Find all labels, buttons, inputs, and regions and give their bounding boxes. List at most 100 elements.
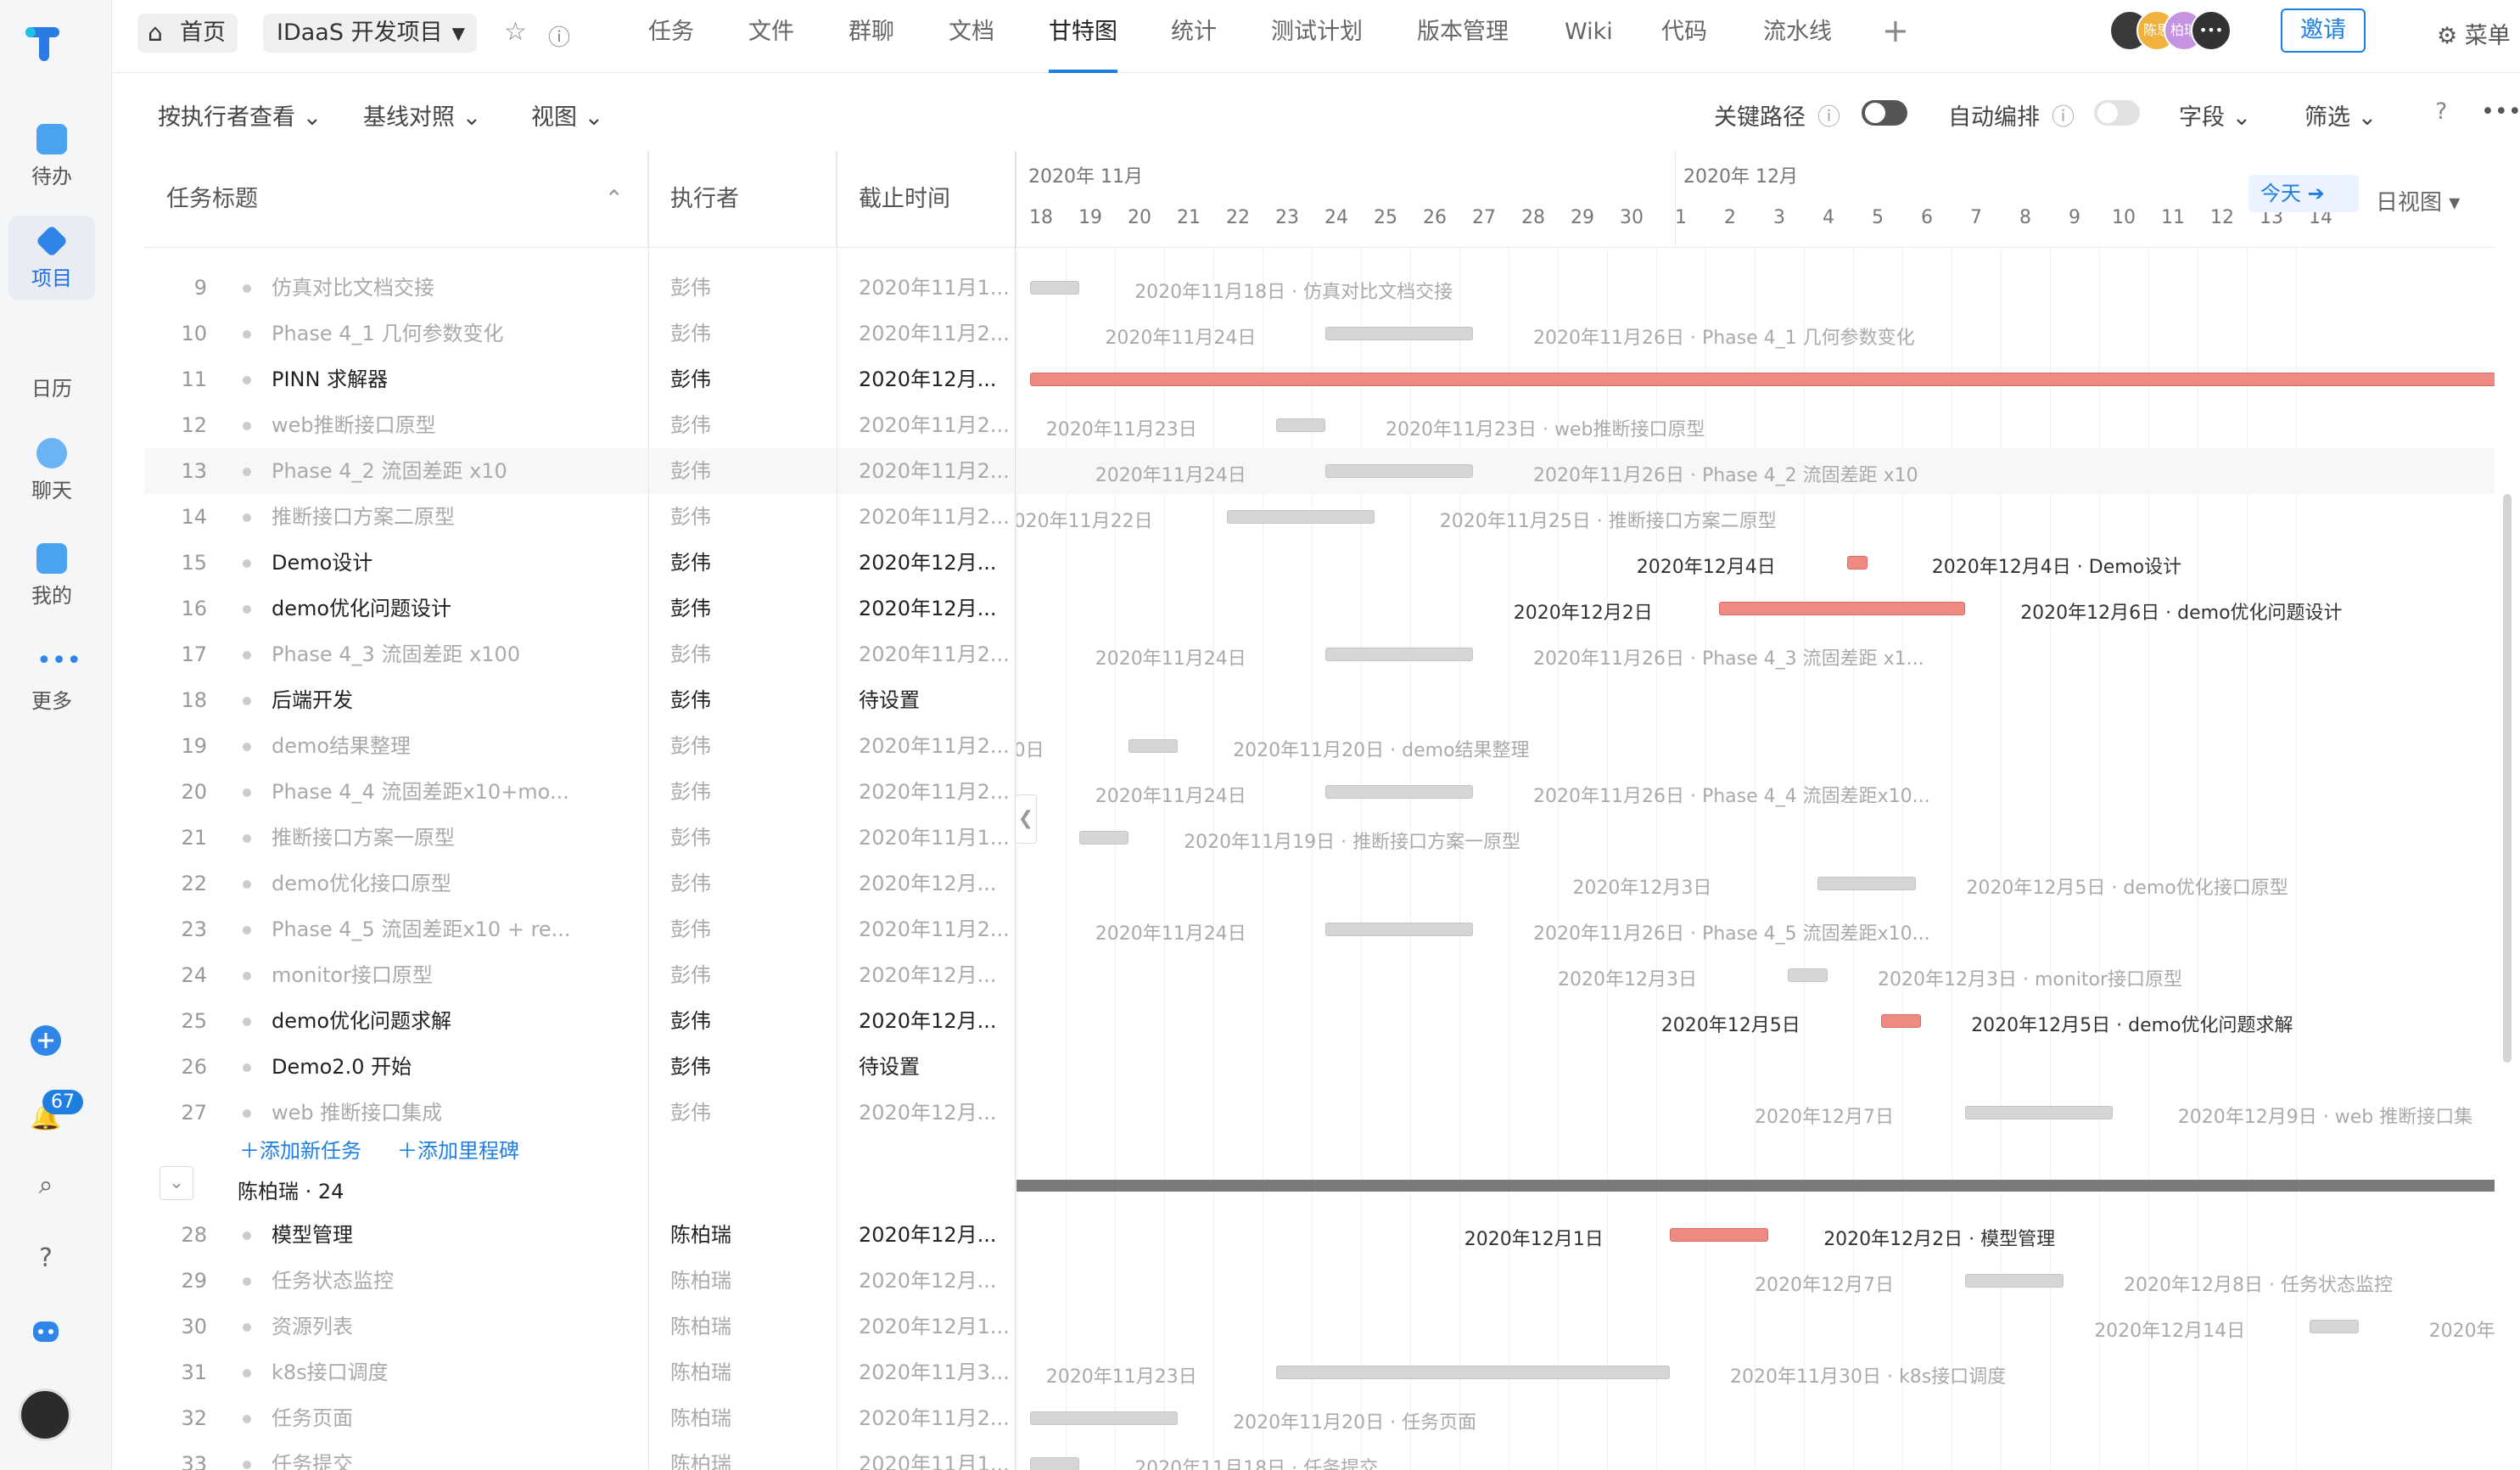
task-assignee[interactable]: 彭伟 [670,677,789,723]
status-dot-icon[interactable] [243,972,251,980]
table-row[interactable]: 23 Phase 4_5 流固差距x10 + re... 彭伟 2020年11月2..… [144,906,1016,952]
task-assignee[interactable]: 彭伟 [670,723,789,769]
status-dot-icon[interactable] [243,1232,251,1240]
task-deadline[interactable]: 2020年11月2... [859,631,1008,677]
task-title[interactable]: 任务提交 [272,1441,611,1470]
search-icon[interactable]: ⌕ [29,1168,63,1202]
help-icon[interactable]: ? [2435,98,2447,125]
app-logo[interactable] [22,20,68,66]
task-title[interactable]: Phase 4_4 流固差距x10+mo... [272,769,611,815]
collapse-icon[interactable]: ⌃ [604,151,624,248]
add-milestone-link[interactable]: ＋添加里程碑 [397,1134,519,1164]
add-task-link[interactable]: ＋添加新任务 [239,1134,361,1164]
tab-1[interactable]: 文件 [748,0,794,73]
status-dot-icon[interactable] [243,697,251,705]
status-dot-icon[interactable] [243,284,251,293]
task-title[interactable]: 任务状态监控 [272,1258,611,1304]
task-deadline[interactable]: 2020年12月... [859,586,1008,631]
task-assignee[interactable]: 陈柏瑞 [670,1395,789,1441]
status-dot-icon[interactable] [243,376,251,384]
task-assignee[interactable]: 陈柏瑞 [670,1304,789,1349]
task-deadline[interactable]: 2020年12月... [859,356,1008,402]
header-deadline[interactable]: 截止时间 [837,151,1016,248]
task-assignee[interactable]: 彭伟 [670,448,789,494]
user-avatar[interactable] [19,1389,71,1441]
task-deadline[interactable]: 2020年12月... [859,861,1008,906]
table-row[interactable]: 26 Demo2.0 开始 彭伟 待设置 [144,1044,1016,1090]
group-collapse-icon[interactable]: ⌄ [160,1166,193,1200]
table-row[interactable]: 31 k8s接口调度 陈柏瑞 2020年11月3... [144,1349,1016,1395]
bot-icon[interactable] [29,1314,63,1348]
task-title[interactable]: k8s接口调度 [272,1349,611,1395]
task-bar[interactable] [1030,281,1079,295]
status-dot-icon[interactable] [243,1461,251,1469]
task-deadline[interactable]: 2020年12月... [859,1258,1008,1304]
task-deadline[interactable]: 2020年12月... [859,998,1008,1044]
status-dot-icon[interactable] [243,513,251,522]
baseline-dropdown[interactable]: 基线对照 ⌄ [363,98,481,132]
task-title[interactable]: Phase 4_5 流固差距x10 + re... [272,906,611,952]
status-dot-icon[interactable] [243,834,251,843]
table-row[interactable]: 16 demo优化问题设计 彭伟 2020年12月... [144,586,1016,631]
task-title[interactable]: demo优化问题求解 [272,998,611,1044]
status-dot-icon[interactable] [243,559,251,568]
invite-button[interactable]: 邀请 [2281,8,2366,53]
task-deadline[interactable]: 2020年11月1... [859,265,1008,311]
table-row[interactable]: 14 推断接口方案二原型 彭伟 2020年11月2... [144,494,1016,540]
task-deadline[interactable]: 2020年11月2... [859,448,1008,494]
collapse-panel-icon[interactable]: ❮ [1015,794,1037,844]
today-button[interactable]: 今天 ➔ [2248,175,2359,212]
task-assignee[interactable]: 彭伟 [670,311,789,356]
home-button[interactable]: ⌂ 首页 [137,14,238,53]
header-title[interactable]: 任务标题 ⌃ [144,151,648,248]
status-dot-icon[interactable] [243,1063,251,1072]
task-bar[interactable] [1719,602,1965,615]
table-row[interactable]: 11 PINN 求解器 彭伟 2020年12月... [144,356,1016,402]
task-title[interactable]: web推断接口原型 [272,402,611,448]
task-deadline[interactable]: 2020年11月2... [859,1395,1008,1441]
task-bar[interactable] [1030,373,2495,386]
table-row[interactable]: 19 demo结果整理 彭伟 2020年11月2... [144,723,1016,769]
task-deadline[interactable]: 2020年11月2... [859,723,1008,769]
task-bar[interactable] [1325,327,1473,340]
task-assignee[interactable]: 陈柏瑞 [670,1212,789,1258]
task-deadline[interactable]: 2020年12月... [859,1090,1008,1136]
tab-6[interactable]: 测试计划 [1271,0,1363,73]
task-title[interactable]: demo优化接口原型 [272,861,611,906]
task-title[interactable]: Phase 4_3 流固差距 x100 [272,631,611,677]
status-dot-icon[interactable] [243,1109,251,1118]
tab-3[interactable]: 文档 [949,0,994,73]
task-title[interactable]: Demo2.0 开始 [272,1044,611,1090]
task-bar[interactable] [1788,968,1828,982]
task-bar[interactable] [1276,1366,1670,1379]
table-row[interactable]: 24 monitor接口原型 彭伟 2020年12月... [144,952,1016,998]
task-bar[interactable] [1079,831,1128,844]
menu-button[interactable]: ⚙ 菜单 [2437,17,2511,50]
status-dot-icon[interactable] [243,651,251,659]
task-assignee[interactable]: 彭伟 [670,1090,789,1136]
more-icon[interactable]: ••• [2481,98,2520,125]
task-bar[interactable] [1965,1274,2064,1288]
table-row[interactable]: 20 Phase 4_4 流固差距x10+mo... 彭伟 2020年11月2... [144,769,1016,815]
tab-4[interactable]: 甘特图 [1049,0,1117,73]
task-assignee[interactable]: 彭伟 [670,952,789,998]
task-bar[interactable] [1846,556,1868,569]
status-dot-icon[interactable] [243,788,251,797]
task-title[interactable]: 资源列表 [272,1304,611,1349]
task-title[interactable]: monitor接口原型 [272,952,611,998]
add-icon[interactable] [29,1024,63,1058]
help-icon[interactable]: ? [29,1241,63,1275]
task-deadline[interactable]: 2020年12月... [859,952,1008,998]
task-title[interactable]: Demo设计 [272,540,611,586]
table-row[interactable]: 17 Phase 4_3 流固差距 x100 彭伟 2020年11月2... [144,631,1016,677]
task-title[interactable]: 推断接口方案二原型 [272,494,611,540]
task-bar[interactable] [1670,1228,1768,1242]
tab-9[interactable]: 代码 [1661,0,1707,73]
task-bar[interactable] [2310,1320,2359,1333]
project-selector[interactable]: IDaaS 开发项目 ▼ [263,14,477,53]
task-deadline[interactable]: 待设置 [859,677,1008,723]
task-bar[interactable] [1325,648,1473,661]
vertical-scrollbar[interactable] [2503,494,2512,1063]
info-icon[interactable]: ⓘ [548,20,570,52]
tab-7[interactable]: 版本管理 [1417,0,1509,73]
